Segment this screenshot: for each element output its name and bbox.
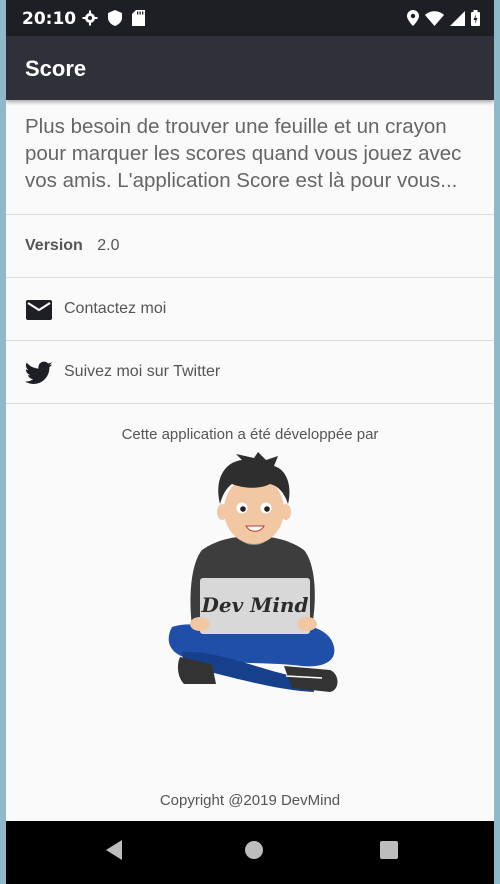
location-icon [407, 10, 419, 26]
recents-icon[interactable] [379, 839, 399, 861]
signal-icon [450, 10, 465, 26]
back-icon[interactable] [104, 839, 124, 861]
copyright-text: Copyright @2019 DevMind [159, 792, 341, 809]
developer-caption: Cette application a été développée par [121, 426, 379, 443]
shield-icon [108, 10, 122, 26]
version-value: 2.0 [97, 237, 120, 254]
divider [6, 403, 494, 404]
twitter-row[interactable]: Suivez moi sur Twitter [6, 341, 494, 403]
status-bar: 20:10 [6, 0, 494, 36]
settings-icon [82, 10, 98, 26]
wifi-icon [425, 10, 444, 26]
contact-label: Contactez moi [64, 300, 167, 317]
email-icon [26, 300, 52, 320]
navigation-bar [6, 821, 494, 884]
app-title: Score [25, 56, 87, 81]
version-row: Version 2.0 [25, 237, 120, 255]
sd-card-icon [132, 10, 145, 26]
twitter-label: Suivez moi sur Twitter [64, 363, 221, 380]
intro-text: Plus besoin de trouver une feuille et un… [25, 115, 462, 192]
app-screen: 20:10 Score Plus besoin de trouver une f… [6, 0, 494, 884]
app-bar: Score [6, 36, 494, 100]
battery-icon [471, 10, 480, 26]
home-icon[interactable] [243, 839, 265, 861]
status-time: 20:10 [22, 9, 77, 29]
svg-text:Dev Mind: Dev Mind [201, 593, 309, 617]
contact-row[interactable]: Contactez moi [6, 278, 494, 340]
version-label: Version [25, 237, 83, 254]
twitter-icon [25, 361, 53, 384]
divider [6, 214, 494, 215]
developer-avatar: Dev Mind [168, 452, 338, 692]
